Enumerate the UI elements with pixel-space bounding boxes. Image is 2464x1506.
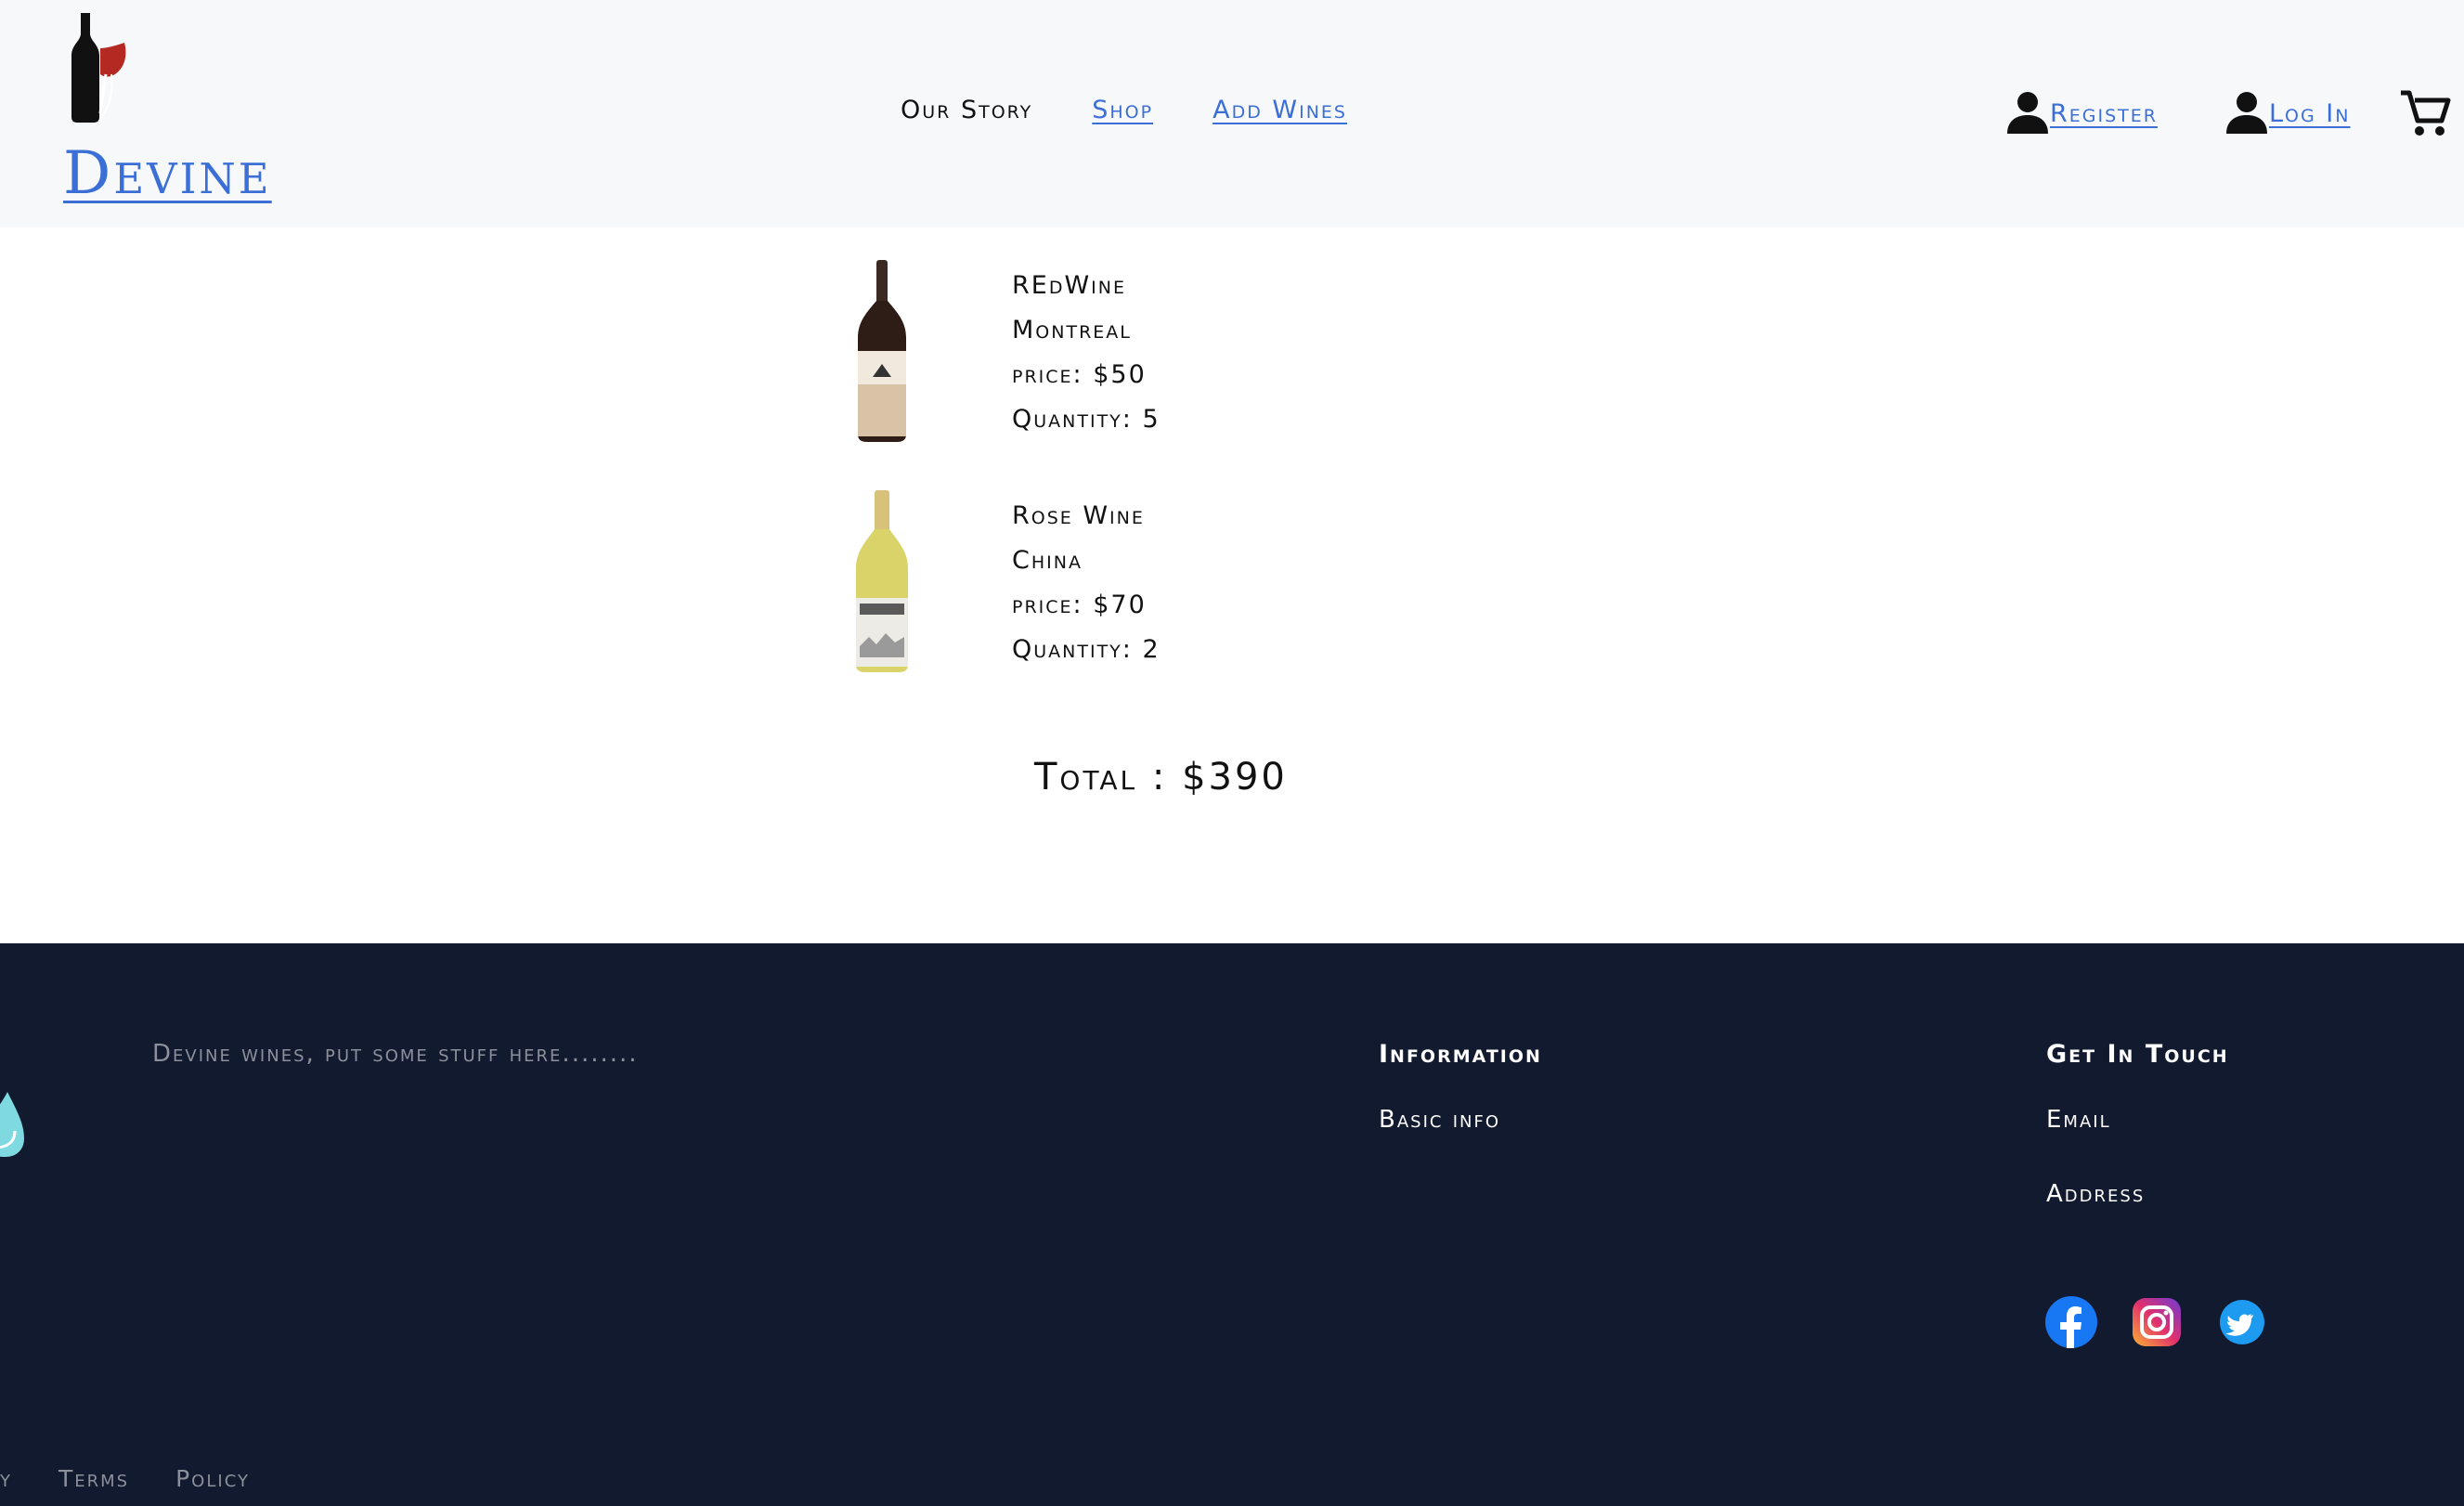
- item-price: price: $50: [1012, 360, 1147, 389]
- login-link-group[interactable]: Log In: [2224, 89, 2350, 134]
- facebook-icon[interactable]: [2045, 1296, 2097, 1348]
- user-icon: [2226, 92, 2267, 134]
- footer-link-address[interactable]: Address: [2046, 1180, 2229, 1254]
- item-info: Rose Wine China price: $70 Quantity: 2: [1012, 500, 1161, 678]
- nav-add-wines[interactable]: Add Wines: [1213, 96, 1347, 124]
- item-quantity: Quantity: 2: [1012, 635, 1161, 664]
- footer-information-heading: Information: [1379, 1040, 1542, 1069]
- cart-item: Rose Wine China price: $70 Quantity: 2: [845, 488, 1309, 693]
- wine-drop-icon: [0, 1092, 24, 1157]
- footer-bottom-link[interactable]: y: [0, 1465, 12, 1492]
- register-link-group[interactable]: Register: [2005, 89, 2158, 134]
- item-origin: Montreal: [1012, 316, 1132, 344]
- site-footer: Devine wines, put some stuff here.......…: [0, 943, 2464, 1506]
- footer-contact: Get In Touch Email Address: [2046, 1040, 2229, 1254]
- cart-item: REdWine Montreal price: $50 Quantity: 5: [845, 258, 1309, 462]
- cart-icon[interactable]: [2399, 87, 2451, 139]
- login-link[interactable]: Log In: [2269, 99, 2350, 128]
- item-name: REdWine: [1012, 271, 1126, 300]
- footer-tagline: Devine wines, put some stuff here.......…: [152, 1040, 639, 1068]
- footer-contact-heading: Get In Touch: [2046, 1040, 2229, 1069]
- white-wine-bottle-image: [856, 490, 908, 672]
- footer-link-email[interactable]: Email: [2046, 1106, 2229, 1180]
- logo[interactable]: Devine: [63, 13, 332, 208]
- footer-bottom-links: y Terms Policy: [0, 1465, 250, 1492]
- footer-link-basic-info[interactable]: Basic info: [1379, 1106, 1542, 1180]
- social-links: [2045, 1296, 2268, 1348]
- wine-bottle-logo-icon: [71, 13, 126, 123]
- item-info: REdWine Montreal price: $50 Quantity: 5: [1012, 269, 1161, 448]
- main-nav: Our Story Shop Add Wines: [901, 96, 1347, 124]
- footer-policy-link[interactable]: Policy: [175, 1465, 250, 1492]
- twitter-icon[interactable]: [2216, 1296, 2268, 1348]
- nav-shop[interactable]: Shop: [1092, 96, 1153, 124]
- brand-name[interactable]: Devine: [63, 139, 272, 208]
- item-origin: China: [1012, 546, 1083, 575]
- footer-information: Information Basic info: [1379, 1040, 1542, 1180]
- footer-terms-link[interactable]: Terms: [58, 1465, 129, 1492]
- cart-total: Total : $390: [1034, 756, 1288, 798]
- item-price: price: $70: [1012, 591, 1147, 619]
- register-link[interactable]: Register: [2050, 99, 2158, 128]
- site-header: Devine Our Story Shop Add Wines Register…: [0, 0, 2464, 227]
- item-quantity: Quantity: 5: [1012, 405, 1161, 434]
- user-icon: [2007, 92, 2048, 134]
- instagram-icon[interactable]: [2131, 1296, 2183, 1348]
- item-name: Rose Wine: [1012, 501, 1145, 530]
- red-wine-bottle-image: [858, 260, 906, 442]
- nav-our-story[interactable]: Our Story: [901, 96, 1032, 124]
